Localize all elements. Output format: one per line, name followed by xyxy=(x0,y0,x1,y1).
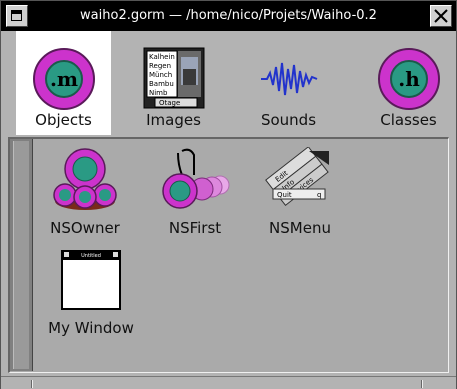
inspector-toolbar: .m Objects Kalhein Regen Münch Bambu Nim… xyxy=(1,31,456,135)
object-nsmenu[interactable]: Edit Info Services Quit q NSMenu xyxy=(250,145,350,237)
menu-shortcut-text: q xyxy=(317,191,321,199)
object-nsmenu-label: NSMenu xyxy=(269,219,331,237)
close-icon xyxy=(434,9,448,23)
images-list-item: Kalhein xyxy=(149,53,175,61)
toolbar-images-label: Images xyxy=(146,111,201,129)
resize-handle-left[interactable] xyxy=(31,380,33,388)
window-title: waiho2.gorm — /home/nico/Projets/Waiho-0… xyxy=(80,8,377,23)
toolbar-classes-button[interactable]: .h Classes xyxy=(361,31,456,135)
objects-icon: .m xyxy=(32,48,95,110)
sounds-icon xyxy=(260,62,317,96)
toolbar-classes-label: Classes xyxy=(380,111,437,129)
miniaturize-icon xyxy=(11,10,22,21)
toolbar-images-button[interactable]: Kalhein Regen Münch Bambu Nimb Otage Ima… xyxy=(126,31,221,135)
nsmenu-icon: Edit Info Services Quit q xyxy=(265,147,329,206)
classes-glyph: .h xyxy=(398,67,420,91)
scroll-knob[interactable] xyxy=(13,141,29,369)
images-list-item: Regen xyxy=(149,62,171,70)
vertical-scrollbar[interactable] xyxy=(10,139,33,371)
miniaturize-button[interactable] xyxy=(6,5,28,27)
object-my-window-label: My Window xyxy=(48,319,134,337)
nsowner-icon xyxy=(53,148,117,210)
resize-handle-right[interactable] xyxy=(421,380,423,388)
object-nsfirst[interactable]: NSFirst xyxy=(145,145,245,237)
window-icon: Untitled xyxy=(61,250,121,310)
images-list-item: Nimb xyxy=(149,89,168,97)
window-icon-title: Untitled xyxy=(81,253,101,259)
toolbar-sounds-label: Sounds xyxy=(260,111,317,129)
objects-glyph: .m xyxy=(49,67,77,91)
close-button[interactable] xyxy=(430,5,452,27)
menu-item-text: Quit xyxy=(277,191,292,199)
images-list-item: Bambu xyxy=(149,80,174,88)
app-window: waiho2.gorm — /home/nico/Projets/Waiho-0… xyxy=(0,0,457,389)
nsfirst-icon xyxy=(162,148,230,209)
toolbar-objects-label: Objects xyxy=(35,111,92,129)
object-nsowner-label: NSOwner xyxy=(50,219,120,237)
objects-view[interactable]: NSOwner NSFirst Edit Info Services Quit … xyxy=(8,137,449,373)
classes-icon: .h xyxy=(377,48,440,110)
title-bar[interactable]: waiho2.gorm — /home/nico/Projets/Waiho-0… xyxy=(1,1,456,31)
object-my-window[interactable]: Untitled My Window xyxy=(41,245,141,337)
images-icon: Kalhein Regen Münch Bambu Nimb Otage xyxy=(143,47,204,109)
images-button-label: Otage xyxy=(159,99,180,107)
toolbar-objects-button[interactable]: .m Objects xyxy=(16,31,111,135)
object-nsfirst-label: NSFirst xyxy=(168,219,222,237)
toolbar-sounds-button[interactable]: Sounds xyxy=(241,31,336,135)
object-nsowner[interactable]: NSOwner xyxy=(35,145,135,237)
images-list-item: Münch xyxy=(149,71,172,79)
resize-bar[interactable] xyxy=(1,376,456,389)
